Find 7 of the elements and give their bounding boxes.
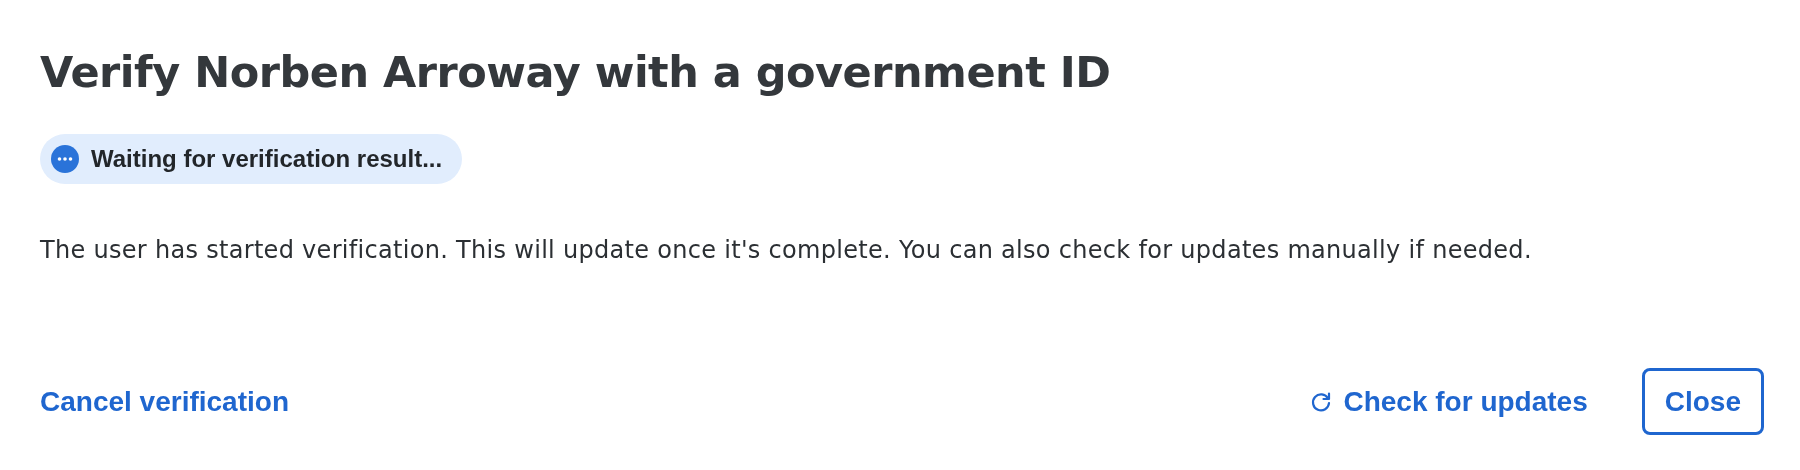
close-button[interactable]: Close: [1641, 368, 1764, 435]
more-dots-icon: [51, 145, 79, 173]
status-message: The user has started verification. This will update once it's complete. You can also check for updates manually if needed.: [40, 236, 1533, 264]
status-label: Waiting for verification result...: [91, 145, 443, 173]
cancel-verification-link[interactable]: Cancel verification: [40, 385, 289, 418]
dialog-title: Verify Norben Arroway with a government ID: [40, 46, 1112, 99]
check-updates-link[interactable]: Check for updates: [1309, 385, 1588, 418]
